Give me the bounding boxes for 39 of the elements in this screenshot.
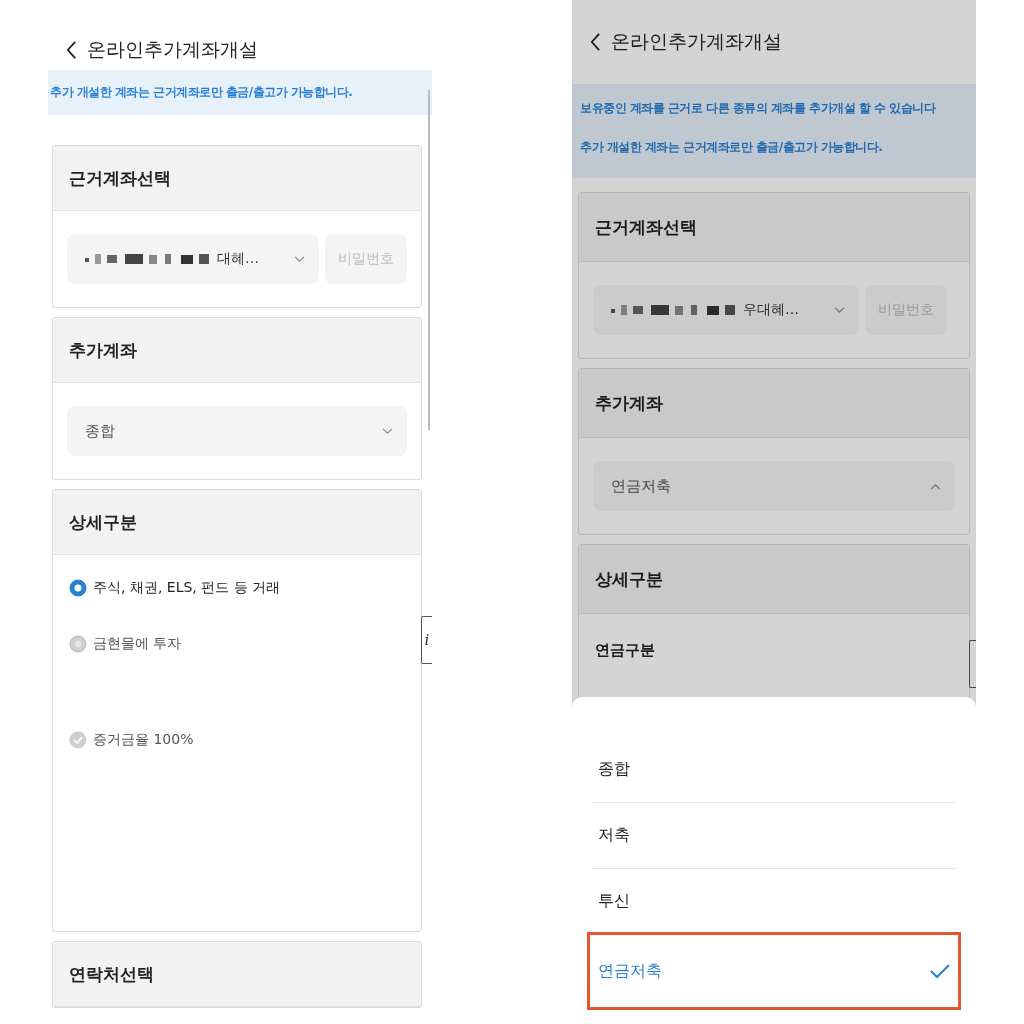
sheet-option[interactable]: 투신 (592, 869, 956, 935)
account-type-select[interactable]: 연금저축 (593, 461, 955, 511)
chevron-down-icon (834, 306, 845, 314)
section-title: 추가계좌 (595, 391, 663, 415)
notice-text: 보유중인 계좌를 근거로 다른 종류의 계좌를 추가개설 할 수 있습니다 (580, 100, 937, 117)
sheet-option[interactable]: 저축 (592, 803, 956, 869)
chevron-down-icon (294, 255, 306, 263)
highlighted-option[interactable]: 연금저축 (592, 937, 956, 1005)
back-icon[interactable] (66, 40, 77, 60)
notice-text: 추가 개설한 계좌는 근거계좌로만 출금/출고가 가능합니다. (580, 139, 884, 156)
section-title: 상세구분 (595, 567, 663, 591)
back-icon[interactable] (590, 32, 601, 52)
subsection-title: 연금구분 (595, 641, 655, 659)
option-label: 금현물에 투자 (93, 635, 182, 653)
account-select[interactable]: 대혜… (67, 234, 320, 284)
info-tab[interactable]: i (421, 616, 432, 664)
section-title: 연락처선택 (69, 962, 154, 986)
option-label: 증거금율 100% (93, 731, 194, 749)
sheet-option[interactable]: 종합 (592, 737, 956, 803)
select-value: 종합 (85, 421, 115, 441)
account-type-select[interactable]: 종합 (67, 406, 407, 456)
section-title: 추가계좌 (69, 338, 137, 362)
select-value: 연금저축 (611, 476, 671, 496)
option-label: 연금저축 (598, 960, 662, 982)
section-title: 근거계좌선택 (69, 166, 171, 190)
notice-text: 추가 개설한 계좌는 근거계좌로만 출금/출고가 가능합니다. (50, 84, 354, 101)
account-value: 대혜… (217, 250, 260, 268)
account-value: 우대혜… (743, 301, 800, 319)
section-title: 근거계좌선택 (595, 215, 697, 239)
checkmark-icon (930, 963, 950, 979)
account-select[interactable]: 우대혜… (593, 285, 859, 335)
screen-title: 온라인추가계좌개설 (87, 37, 258, 62)
section-title: 상세구분 (69, 510, 137, 534)
option-label: 투신 (598, 891, 630, 912)
option-label: 저축 (598, 825, 630, 846)
option-label: 주식, 채권, ELS, 펀드 등 거래 (93, 579, 281, 597)
screen-title: 온라인추가계좌개설 (611, 29, 782, 54)
option-label: 종합 (598, 759, 630, 780)
radio-selected[interactable] (69, 579, 87, 597)
